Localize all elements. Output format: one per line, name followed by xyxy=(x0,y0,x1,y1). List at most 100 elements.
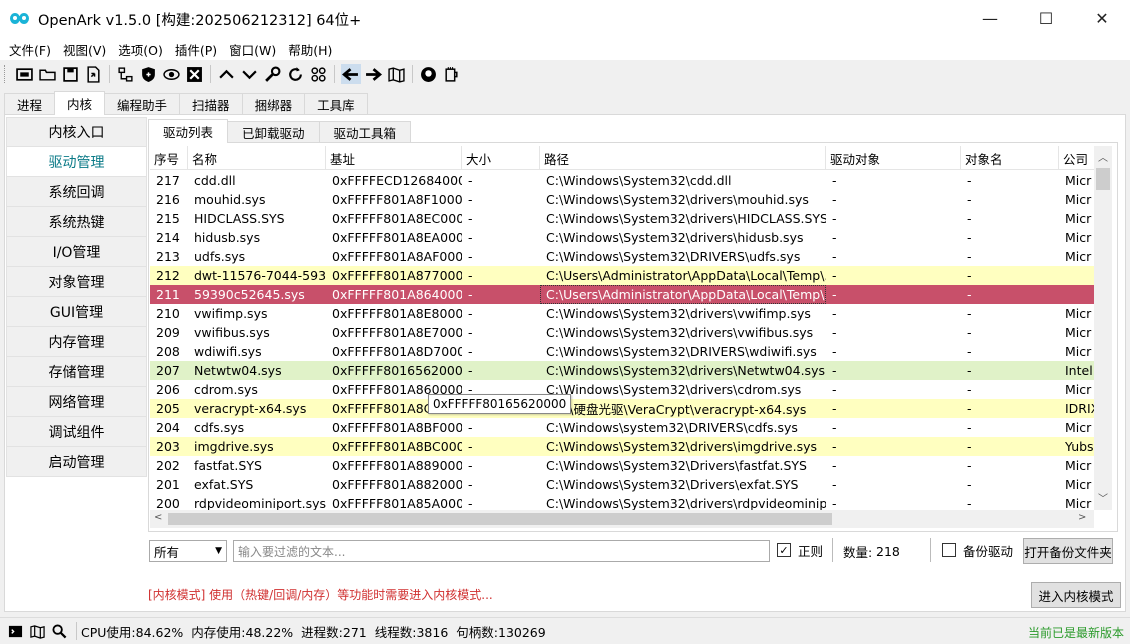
close-button[interactable]: ✕ xyxy=(1074,0,1130,36)
scroll-left-icon[interactable]: < xyxy=(154,512,162,523)
maximize-button[interactable]: ☐ xyxy=(1018,0,1074,36)
table-row[interactable]: 209 vwifibus.sys 0xFFFFF801A8E70000- C:\Win… xyxy=(150,323,1094,342)
wrench-icon[interactable] xyxy=(263,64,283,84)
process-tree-icon[interactable] xyxy=(116,64,136,84)
scroll-down-icon[interactable]: ﹀ xyxy=(1098,490,1108,505)
table-row[interactable]: 217 cdd.dll 0xFFFFECD126840000- C:\Windows\… xyxy=(150,171,1094,190)
table-row[interactable]: 208 wdiwifi.sys 0xFFFFF801A8D70000- C:\Wind… xyxy=(150,342,1094,361)
table-row[interactable]: 202 fastfat.SYS 0xFFFFF801A8890000- C:\Wind… xyxy=(150,456,1094,475)
vertical-scroll-thumb[interactable] xyxy=(1096,168,1110,190)
horizontal-scrollbar[interactable]: < > xyxy=(150,510,1094,528)
col-index[interactable]: 序号 xyxy=(150,146,188,170)
kill-x-icon[interactable] xyxy=(185,64,205,84)
open-folder-icon[interactable] xyxy=(38,64,58,84)
open-backup-folder-button[interactable]: 打开备份文件夹 xyxy=(1023,538,1113,564)
nav-hotkeys[interactable]: 系统热键 xyxy=(6,207,147,237)
cell-no: 212 xyxy=(156,268,180,283)
chevron-down-icon[interactable] xyxy=(240,64,260,84)
regex-checkbox[interactable]: ✓ xyxy=(777,543,791,557)
console-icon[interactable] xyxy=(6,622,24,640)
nav-storage-manager[interactable]: 存储管理 xyxy=(6,357,147,387)
nav-driver-manager[interactable]: 驱动管理 xyxy=(6,147,147,177)
table-row[interactable]: 206 cdrom.sys 0xFFFFF801A8600000- C:\Window… xyxy=(150,380,1094,399)
cell-name: mouhid.sys xyxy=(194,192,266,207)
horizontal-scroll-thumb[interactable] xyxy=(168,513,832,525)
tab-kernel[interactable]: 内核 xyxy=(54,91,106,115)
col-object-name[interactable]: 对象名 xyxy=(961,146,1059,170)
table-row[interactable]: 210 vwifimp.sys 0xFFFFF801A8E80000- C:\Wind… xyxy=(150,304,1094,323)
vertical-scrollbar[interactable]: ︿ ﹀ xyxy=(1094,146,1112,510)
col-name[interactable]: 名称 xyxy=(188,146,326,170)
nav-object-manager[interactable]: 对象管理 xyxy=(6,267,147,297)
export-icon[interactable] xyxy=(84,64,104,84)
filter-scope-select[interactable]: 所有 ▼ xyxy=(149,540,227,562)
nav-io-manager[interactable]: I/O管理 xyxy=(6,237,147,267)
table-row[interactable]: 201 exfat.SYS 0xFFFFF801A8820000- C:\Window… xyxy=(150,475,1094,494)
tab-scanner[interactable]: 扫描器 xyxy=(179,93,243,115)
col-driver-object[interactable]: 驱动对象 xyxy=(826,146,961,170)
table-row[interactable]: 205 veracrypt-x64.sys 0xFFFFF801A8C9 soft\硬… xyxy=(150,399,1094,418)
grid-icon[interactable] xyxy=(309,64,329,84)
table-row[interactable]: 216 mouhid.sys 0xFFFFF801A8F10000- C:\Windo… xyxy=(150,190,1094,209)
cell-path: C:\Users\Administrator\AppData\Local\Tem… xyxy=(546,268,826,283)
scroll-right-icon[interactable]: > xyxy=(1078,512,1086,523)
tab-driver-list[interactable]: 驱动列表 xyxy=(148,119,229,143)
nav-startup-manager[interactable]: 启动管理 xyxy=(6,447,147,477)
col-base[interactable]: 基址 xyxy=(326,146,462,170)
tab-coder[interactable]: 编程助手 xyxy=(104,93,181,115)
enter-kernel-mode-button[interactable]: 进入内核模式 xyxy=(1031,582,1121,608)
tab-unloaded-drivers[interactable]: 已卸载驱动 xyxy=(227,121,320,143)
map-icon[interactable] xyxy=(28,622,46,640)
menu-window[interactable]: 窗口(W) xyxy=(223,40,282,59)
chevron-up-icon[interactable] xyxy=(217,64,237,84)
back-arrow-icon[interactable] xyxy=(340,64,361,84)
cell-obj: - xyxy=(832,287,837,302)
save-icon[interactable] xyxy=(61,64,81,84)
menu-plugins[interactable]: 插件(P) xyxy=(169,40,223,59)
col-company[interactable]: 公司 xyxy=(1059,146,1094,170)
cell-size: - xyxy=(468,363,473,378)
menu-view[interactable]: 视图(V) xyxy=(57,40,112,59)
table-row[interactable]: 203 imgdrive.sys 0xFFFFF801A8BC0000- C:\Win… xyxy=(150,437,1094,456)
tab-toolkit[interactable]: 工具库 xyxy=(304,93,368,115)
nav-network-manager[interactable]: 网络管理 xyxy=(6,387,147,417)
cell-oname: - xyxy=(967,420,972,435)
nav-callbacks[interactable]: 系统回调 xyxy=(6,177,147,207)
shield-icon[interactable] xyxy=(139,64,159,84)
eye-icon[interactable] xyxy=(162,64,182,84)
table-row[interactable]: 211 59390c52645.sys 0xFFFFF801A8640000- C:\… xyxy=(150,285,1094,304)
coffee-icon[interactable] xyxy=(442,64,462,84)
console-icon[interactable] xyxy=(15,64,35,84)
nav-memory-manager[interactable]: 内存管理 xyxy=(6,327,147,357)
forward-arrow-icon[interactable] xyxy=(364,64,384,84)
col-size[interactable]: 大小 xyxy=(462,146,540,170)
table-row[interactable]: 204 cdfs.sys 0xFFFFF801A8BF0000- C:\Windows… xyxy=(150,418,1094,437)
minimize-button[interactable]: — xyxy=(962,0,1018,36)
cell-path: C:\Windows\system32\DRIVERS\cdfs.sys xyxy=(546,420,798,435)
tab-process[interactable]: 进程 xyxy=(4,93,56,115)
cell-obj: - xyxy=(832,325,837,340)
github-icon[interactable] xyxy=(419,64,439,84)
map-icon[interactable] xyxy=(387,64,407,84)
backup-driver-checkbox[interactable] xyxy=(942,543,956,557)
table-row[interactable]: 212 dwt-11576-7044-593... 0xFFFFF801A87700… xyxy=(150,266,1094,285)
menu-help[interactable]: 帮助(H) xyxy=(282,40,338,59)
table-row[interactable]: 207 Netwtw04.sys 0xFFFFF80165620000- C:\Win… xyxy=(150,361,1094,380)
refresh-icon[interactable] xyxy=(286,64,306,84)
tab-driver-toolbox[interactable]: 驱动工具箱 xyxy=(318,121,412,143)
menu-options[interactable]: 选项(O) xyxy=(112,40,169,59)
nav-debug-components[interactable]: 调试组件 xyxy=(6,417,147,447)
table-row[interactable]: 215 HIDCLASS.SYS 0xFFFFF801A8EC0000- C:\Win… xyxy=(150,209,1094,228)
table-row[interactable]: 213 udfs.sys 0xFFFFF801A8AF0000- C:\Windows… xyxy=(150,247,1094,266)
tab-bundler[interactable]: 捆绑器 xyxy=(241,93,306,115)
menu-file[interactable]: 文件(F) xyxy=(3,40,57,59)
scroll-up-icon[interactable]: ︿ xyxy=(1098,149,1108,164)
nav-gui-manager[interactable]: GUI管理 xyxy=(6,297,147,327)
table-row[interactable]: 200 rdpvideominiport.sys 0xFFFFF801A85A000… xyxy=(150,494,1094,510)
count-label: 数量: xyxy=(843,544,873,560)
table-row[interactable]: 214 hidusb.sys 0xFFFFF801A8EA0000- C:\Windo… xyxy=(150,228,1094,247)
search-icon[interactable] xyxy=(50,622,68,640)
nav-kernel-entry[interactable]: 内核入口 xyxy=(6,117,147,147)
filter-input[interactable]: 输入要过滤的文本... xyxy=(233,540,770,562)
col-path[interactable]: 路径 xyxy=(540,146,826,170)
